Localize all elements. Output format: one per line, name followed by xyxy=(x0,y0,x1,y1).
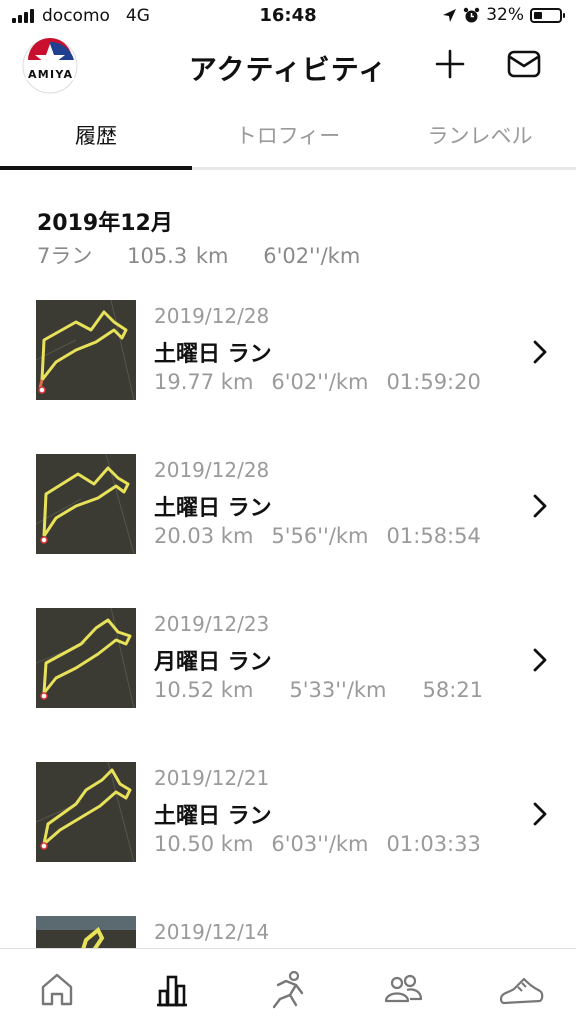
activity-duration: 58:21 xyxy=(422,678,484,702)
month-pace: 6'02''/km xyxy=(263,244,361,268)
status-bar: docomo 4G 16:48 32% xyxy=(0,0,576,32)
home-icon[interactable] xyxy=(37,969,77,1009)
tab-history[interactable]: 履歴 xyxy=(0,120,192,150)
activity-row[interactable]: 2019/12/28 土曜日 ラン 20.03 km 5'56''/km 01:… xyxy=(0,454,576,574)
chevron-right-icon xyxy=(533,340,547,364)
activity-date: 2019/12/21 xyxy=(154,766,270,790)
location-icon xyxy=(443,8,457,22)
route-map-thumbnail xyxy=(36,762,136,862)
activity-title: 土曜日 ラン xyxy=(154,342,272,367)
activity-duration: 01:03:33 xyxy=(386,832,481,856)
route-map-thumbnail xyxy=(36,300,136,400)
chevron-right-icon xyxy=(533,802,547,826)
activity-chart-icon[interactable] xyxy=(152,969,192,1009)
activity-stats: 10.50 km 6'03''/km 01:03:33 xyxy=(154,832,499,856)
activity-pace: 5'33''/km xyxy=(289,678,387,702)
active-tab-indicator xyxy=(0,166,192,170)
bottom-nav xyxy=(0,948,576,1024)
alarm-icon xyxy=(464,7,480,22)
month-heading: 2019年12月 xyxy=(37,211,173,236)
activity-date: 2019/12/28 xyxy=(154,304,270,328)
activity-title: 土曜日 ラン xyxy=(154,496,272,521)
add-activity-button[interactable] xyxy=(432,46,468,82)
activity-row[interactable]: 2019/12/21 土曜日 ラン 10.50 km 6'03''/km 01:… xyxy=(0,762,576,882)
mail-icon[interactable] xyxy=(505,46,543,82)
activity-duration: 01:58:54 xyxy=(386,524,481,548)
activity-title: 土曜日 ラン xyxy=(154,804,272,829)
activity-pace: 6'02''/km xyxy=(271,370,369,394)
activity-stats: 19.77 km 6'02''/km 01:59:20 xyxy=(154,370,499,394)
activity-pace: 5'56''/km xyxy=(271,524,369,548)
tab-run-level[interactable]: ランレベル xyxy=(384,120,576,150)
activity-pace: 6'03''/km xyxy=(271,832,369,856)
activity-row[interactable]: 2019/12/28 土曜日 ラン 19.77 km 6'02''/km 01:… xyxy=(0,300,576,420)
tab-bar: 履歴 トロフィー ランレベル xyxy=(0,108,576,170)
activity-date: 2019/12/23 xyxy=(154,612,270,636)
battery-percent: 32% xyxy=(486,5,524,25)
club-icon[interactable] xyxy=(383,969,423,1009)
activity-distance: 19.77 km xyxy=(154,370,254,394)
tab-trophies[interactable]: トロフィー xyxy=(192,120,384,150)
activity-distance: 10.52 km xyxy=(154,678,254,702)
app-header: AMIYA アクティビティ xyxy=(0,34,576,98)
month-distance: 105.3 km xyxy=(127,244,229,268)
chevron-right-icon xyxy=(533,648,547,672)
page-title: アクティビティ xyxy=(188,53,388,86)
month-runs: 7ラン xyxy=(37,244,93,268)
activity-stats: 20.03 km 5'56''/km 01:58:54 xyxy=(154,524,499,548)
run-icon[interactable] xyxy=(268,969,308,1009)
route-map-thumbnail xyxy=(36,454,136,554)
chevron-right-icon xyxy=(533,494,547,518)
activity-distance: 20.03 km xyxy=(154,524,254,548)
activity-row[interactable]: 2019/12/23 月曜日 ラン 10.52 km 5'33''/km 58:… xyxy=(0,608,576,728)
month-summary: 7ラン 105.3 km 6'02''/km xyxy=(37,240,360,270)
route-map-thumbnail xyxy=(36,608,136,708)
battery-icon xyxy=(530,7,565,23)
activity-duration: 01:59:20 xyxy=(386,370,481,394)
activity-stats: 10.52 km 5'33''/km 58:21 xyxy=(154,678,501,702)
activity-title: 月曜日 ラン xyxy=(154,650,272,675)
activity-date: 2019/12/28 xyxy=(154,458,270,482)
activity-distance: 10.50 km xyxy=(154,832,254,856)
shoe-icon[interactable] xyxy=(498,969,544,1009)
activity-date: 2019/12/14 xyxy=(154,920,270,944)
